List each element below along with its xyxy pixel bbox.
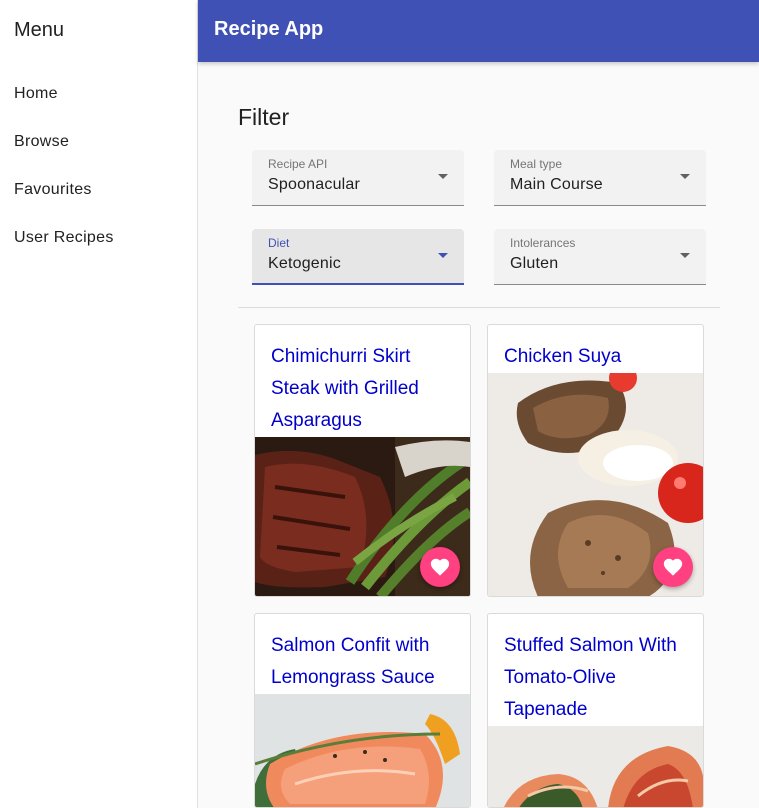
heart-icon — [663, 558, 683, 576]
drawer-title: Menu — [14, 19, 65, 41]
meal-type-label: Meal type — [510, 157, 563, 171]
recipe-card[interactable]: Stuffed Salmon With Tomato-Olive Tapenad… — [487, 613, 704, 808]
recipe-title-link[interactable]: Chicken Suya — [504, 341, 694, 373]
recipe-api-label: Recipe API — [268, 157, 328, 171]
side-drawer: Menu Home Browse Favourites User Recipes — [0, 0, 198, 808]
diet-select[interactable]: Diet Ketogenic — [252, 229, 464, 285]
app-title: Recipe App — [214, 18, 324, 40]
recipe-card[interactable]: Chimichurri Skirt Steak with Grilled Asp… — [254, 324, 471, 597]
recipe-api-value: Spoonacular — [268, 176, 361, 193]
diet-label: Diet — [268, 236, 290, 250]
intolerances-select[interactable]: Intolerances Gluten — [494, 229, 706, 285]
meal-type-select[interactable]: Meal type Main Course — [494, 150, 706, 206]
favourite-button[interactable] — [420, 547, 460, 587]
intolerances-value: Gluten — [510, 255, 559, 272]
arrow-drop-down-icon — [438, 174, 448, 179]
drawer-item-home[interactable]: Home — [0, 74, 197, 114]
recipe-image[interactable] — [488, 726, 703, 807]
drawer-item-user-recipes[interactable]: User Recipes — [0, 218, 197, 258]
filter-divider — [238, 307, 720, 308]
intolerances-label: Intolerances — [510, 236, 576, 250]
diet-value: Ketogenic — [268, 255, 341, 272]
recipe-api-select[interactable]: Recipe API Spoonacular — [252, 150, 464, 206]
recipe-image[interactable] — [255, 694, 470, 807]
recipe-card[interactable]: Chicken Suya — [487, 324, 704, 597]
filter-heading: Filter — [238, 104, 290, 130]
arrow-drop-down-icon — [680, 174, 690, 179]
drawer-item-browse[interactable]: Browse — [0, 122, 197, 162]
drawer-item-favourites[interactable]: Favourites — [0, 170, 197, 210]
arrow-drop-down-icon — [438, 253, 448, 258]
recipe-card[interactable]: Salmon Confit with Lemongrass Sauce — [254, 613, 471, 808]
app-bar: Recipe App — [198, 0, 759, 62]
recipe-title-link[interactable]: Stuffed Salmon With Tomato-Olive Tapenad… — [504, 630, 694, 726]
favourite-button[interactable] — [653, 547, 693, 587]
meal-type-value: Main Course — [510, 176, 603, 193]
recipe-title-link[interactable]: Chimichurri Skirt Steak with Grilled Asp… — [271, 341, 461, 437]
heart-icon — [430, 558, 450, 576]
recipe-title-link[interactable]: Salmon Confit with Lemongrass Sauce — [271, 630, 461, 694]
arrow-drop-down-icon — [680, 253, 690, 258]
